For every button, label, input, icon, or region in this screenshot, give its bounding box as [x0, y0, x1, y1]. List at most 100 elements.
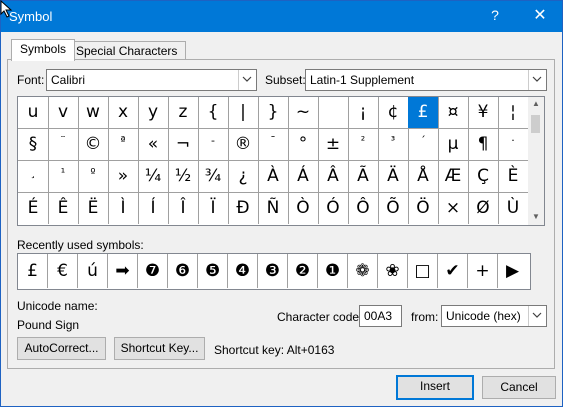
- recent-symbol-cell[interactable]: ú: [78, 254, 108, 288]
- symbol-cell[interactable]: ¸: [18, 161, 49, 193]
- shortcut-key-button[interactable]: Shortcut Key...: [114, 337, 205, 360]
- symbol-cell[interactable]: ¢: [378, 97, 409, 129]
- symbol-cell[interactable]: z: [168, 97, 199, 129]
- symbol-cell[interactable]: ×: [438, 193, 469, 224]
- symbol-cell[interactable]: Æ: [438, 161, 469, 193]
- symbol-cell[interactable]: Ò: [288, 193, 319, 224]
- symbol-cell[interactable]: ~: [288, 97, 319, 129]
- symbol-cell[interactable]: ©: [78, 129, 109, 161]
- tab-special-characters[interactable]: Special Characters: [67, 41, 187, 60]
- symbol-cell[interactable]: -: [198, 129, 229, 161]
- recent-symbol-cell[interactable]: ❷: [288, 254, 318, 288]
- symbol-cell[interactable]: Ó: [318, 193, 349, 224]
- symbol-cell[interactable]: º: [78, 161, 109, 193]
- symbol-grid[interactable]: u v w x y z{|} ~ ¡ ¢ £ ¤ ¥ ¦ § ¨ © ª «¬ - ® ¯ ° ± ² ³ ´ µ ¶ · ¸ ¹ º» ¼ ½ ¾…: [17, 96, 530, 226]
- recent-symbol-cell[interactable]: €: [48, 254, 78, 288]
- scroll-down-icon[interactable]: ▼: [532, 212, 540, 221]
- symbol-cell[interactable]: ª: [108, 129, 139, 161]
- recent-symbol-cell[interactable]: ➡: [108, 254, 138, 288]
- symbol-cell[interactable]: Î: [168, 193, 199, 224]
- symbol-cell[interactable]: À: [258, 161, 289, 193]
- symbol-cell[interactable]: ¤: [438, 97, 469, 129]
- autocorrect-button[interactable]: AutoCorrect...: [17, 337, 106, 360]
- recent-symbols[interactable]: £ € ú ➡ ❼ ❻ ❺ ❹ ❸ ❷ ❶ ❁ ❀ □ ✔ + ▶: [17, 253, 531, 290]
- symbol-cell[interactable]: ³: [378, 129, 409, 161]
- recent-symbol-cell[interactable]: ❼: [138, 254, 168, 288]
- symbol-cell[interactable]: Ø: [468, 193, 499, 224]
- symbol-cell[interactable]: [318, 97, 349, 129]
- symbol-cell[interactable]: ²: [348, 129, 379, 161]
- symbol-cell[interactable]: Ù: [498, 193, 528, 224]
- from-select[interactable]: Unicode (hex): [441, 305, 547, 327]
- symbol-cell[interactable]: ¥: [468, 97, 499, 129]
- symbol-cell[interactable]: Ï: [198, 193, 229, 224]
- symbol-cell[interactable]: §: [18, 129, 49, 161]
- symbol-cell[interactable]: ±: [318, 129, 349, 161]
- chevron-down-icon[interactable]: [528, 70, 546, 90]
- symbol-cell[interactable]: Ð: [228, 193, 259, 224]
- recent-symbol-cell[interactable]: +: [468, 254, 498, 288]
- recent-symbol-cell[interactable]: ❶: [318, 254, 348, 288]
- symbol-cell[interactable]: ¿: [228, 161, 259, 193]
- symbol-cell[interactable]: {: [198, 97, 229, 129]
- help-icon[interactable]: ?: [485, 7, 505, 27]
- symbol-cell[interactable]: ´: [408, 129, 439, 161]
- symbol-cell[interactable]: |: [228, 97, 259, 129]
- close-icon[interactable]: ✕: [528, 5, 552, 27]
- symbol-cell[interactable]: Í: [138, 193, 169, 224]
- recent-symbol-cell[interactable]: £: [18, 254, 48, 288]
- symbol-cell[interactable]: ¦: [498, 97, 528, 129]
- scroll-up-icon[interactable]: ▲: [532, 99, 540, 108]
- symbol-cell[interactable]: ¬: [168, 129, 199, 161]
- symbol-cell[interactable]: ¶: [468, 129, 499, 161]
- symbol-cell[interactable]: ¾: [198, 161, 229, 193]
- symbol-cell-selected[interactable]: £: [408, 97, 439, 129]
- symbol-cell[interactable]: Â: [318, 161, 349, 193]
- symbol-cell[interactable]: È: [498, 161, 528, 193]
- title-bar[interactable]: Symbol ? ✕: [1, 1, 562, 32]
- symbol-cell[interactable]: Ñ: [258, 193, 289, 224]
- symbol-cell[interactable]: Ì: [108, 193, 139, 224]
- font-select[interactable]: Calibri: [46, 69, 257, 91]
- symbol-cell[interactable]: ¹: [48, 161, 79, 193]
- recent-symbol-cell[interactable]: ✔: [438, 254, 468, 288]
- symbol-cell[interactable]: Á: [288, 161, 319, 193]
- insert-button[interactable]: Insert: [396, 375, 474, 400]
- tab-symbols[interactable]: Symbols: [11, 39, 76, 61]
- character-code-input[interactable]: 00A3: [359, 305, 402, 327]
- symbol-cell[interactable]: É: [18, 193, 49, 224]
- recent-symbol-cell[interactable]: ❀: [378, 254, 408, 288]
- symbol-cell[interactable]: µ: [438, 129, 469, 161]
- symbol-cell[interactable]: w: [78, 97, 109, 129]
- symbol-cell[interactable]: ¼: [138, 161, 169, 193]
- symbol-cell[interactable]: Å: [408, 161, 439, 193]
- symbol-cell[interactable]: u: [18, 97, 49, 129]
- symbol-cell[interactable]: »: [108, 161, 139, 193]
- symbol-cell[interactable]: «: [138, 129, 169, 161]
- symbol-cell[interactable]: ¨: [48, 129, 79, 161]
- recent-symbol-cell[interactable]: ❸: [258, 254, 288, 288]
- recent-symbol-cell[interactable]: ▶: [498, 254, 527, 288]
- symbol-cell[interactable]: ¡: [348, 97, 379, 129]
- chevron-down-icon[interactable]: [238, 70, 256, 90]
- subset-select[interactable]: Latin-1 Supplement: [305, 69, 547, 91]
- recent-symbol-cell[interactable]: □: [408, 254, 438, 288]
- symbol-cell[interactable]: Ã: [348, 161, 379, 193]
- symbol-grid-scrollbar[interactable]: ▲ ▼: [528, 96, 545, 226]
- recent-symbol-cell[interactable]: ❺: [198, 254, 228, 288]
- symbol-cell[interactable]: v: [48, 97, 79, 129]
- recent-symbol-cell[interactable]: ❻: [168, 254, 198, 288]
- cancel-button[interactable]: Cancel: [482, 376, 556, 399]
- symbol-cell[interactable]: x: [108, 97, 139, 129]
- symbol-cell[interactable]: ½: [168, 161, 199, 193]
- symbol-cell[interactable]: Ö: [408, 193, 439, 224]
- symbol-cell[interactable]: }: [258, 97, 289, 129]
- symbol-cell[interactable]: Ä: [378, 161, 409, 193]
- symbol-cell[interactable]: Ê: [48, 193, 79, 224]
- symbol-cell[interactable]: Ô: [348, 193, 379, 224]
- recent-symbol-cell[interactable]: ❹: [228, 254, 258, 288]
- symbol-cell[interactable]: y: [138, 97, 169, 129]
- symbol-cell[interactable]: °: [288, 129, 319, 161]
- scrollbar-thumb[interactable]: [531, 115, 540, 133]
- symbol-cell[interactable]: ®: [228, 129, 259, 161]
